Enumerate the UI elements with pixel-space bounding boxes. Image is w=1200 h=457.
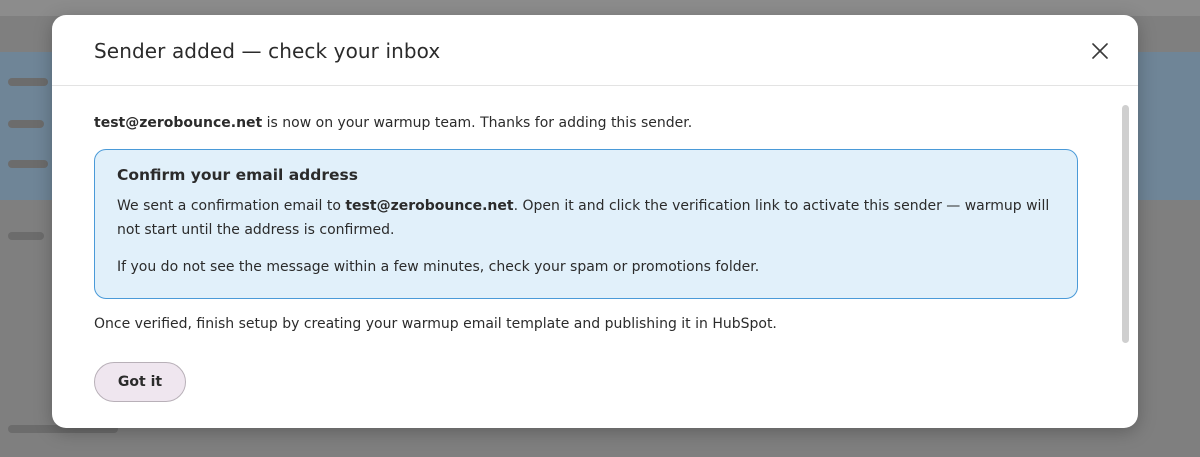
dialog-body: test@zerobounce.net is now on your warmu… (94, 87, 1084, 347)
confirm-email-callout: Confirm your email address We sent a con… (94, 149, 1078, 299)
intro-rest: is now on your warmup team. Thanks for a… (262, 115, 693, 131)
callout-hint: If you do not see the message within a f… (117, 259, 760, 275)
close-icon (1092, 43, 1108, 59)
confirmation-dialog: Sender added — check your inbox test@zer… (52, 15, 1138, 428)
background-text (8, 232, 44, 240)
callout-email: test@zerobounce.net (345, 198, 514, 214)
sender-email: test@zerobounce.net (94, 115, 263, 131)
background-text (8, 160, 48, 168)
outro-text: Once verified, finish setup by creating … (94, 316, 777, 332)
scrollbar-thumb[interactable] (1122, 105, 1129, 343)
dialog-header: Sender added — check your inbox (52, 15, 1138, 86)
dialog-scrollbar[interactable] (1120, 87, 1130, 349)
callout-title: Confirm your email address (117, 166, 358, 184)
background-text (8, 120, 44, 128)
background-topbar (0, 0, 1200, 16)
close-button[interactable] (1088, 39, 1112, 63)
callout-text-prefix: We sent a confirmation email to (117, 198, 346, 214)
callout-text: We sent a confirmation email to test@zer… (117, 194, 1055, 242)
intro-text: test@zerobounce.net is now on your warmu… (94, 115, 692, 131)
dialog-title: Sender added — check your inbox (94, 39, 441, 63)
background-text (8, 78, 48, 86)
got-it-button[interactable]: Got it (94, 362, 186, 402)
